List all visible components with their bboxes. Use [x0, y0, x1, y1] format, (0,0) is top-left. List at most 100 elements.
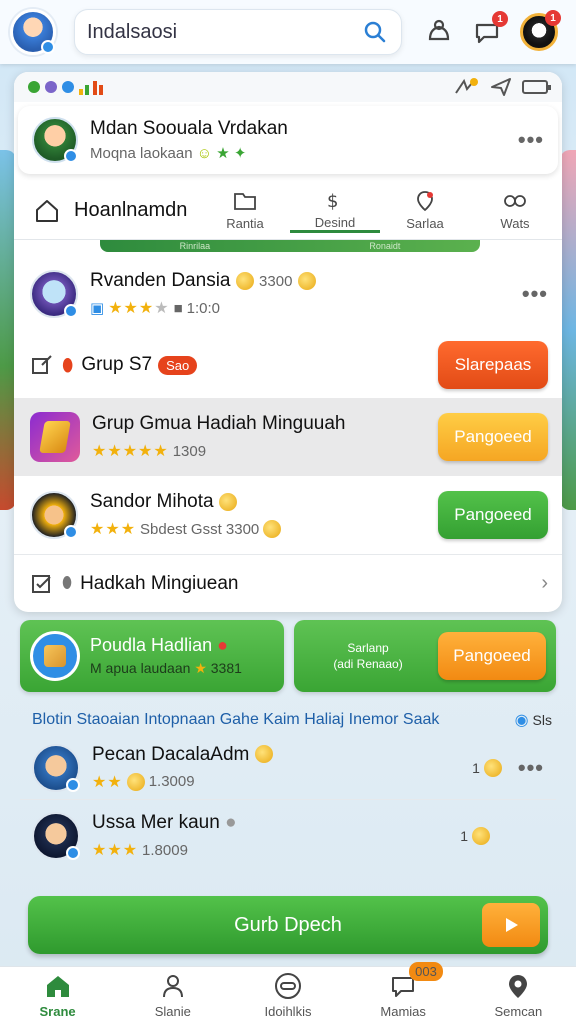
tab-sarlaa[interactable]: Sarlaa	[380, 190, 470, 231]
rating-stars: ★★★	[92, 842, 139, 859]
coin-icon	[235, 271, 254, 290]
info-tag[interactable]: ◉ Sls	[515, 710, 552, 730]
wifi-icon	[455, 78, 478, 94]
promo-subtitle: M apua laudaan ★ 3381	[90, 660, 242, 677]
item-count: 1	[460, 828, 468, 844]
tab-wats[interactable]: Wats	[470, 190, 560, 231]
star-icon: ★	[194, 660, 207, 676]
coin-icon	[297, 271, 316, 290]
chat-icon[interactable]: 1	[472, 11, 508, 47]
infinity-icon	[504, 195, 526, 207]
send-icon	[491, 78, 511, 96]
home-icon	[46, 976, 69, 997]
promo-card-left[interactable]: Poudla Hadlian ● M apua laudaan ★ 3381	[20, 620, 284, 692]
tab-label: Wats	[500, 216, 530, 231]
promo-value: 3381	[210, 660, 242, 676]
status-strip	[14, 72, 562, 102]
row-title: Grup Gmua Hadiah Minguuah	[92, 413, 346, 434]
more-options-icon[interactable]: •••	[522, 281, 548, 307]
list-item[interactable]: Rvanden Dansia 3300 ▣ ★★★★ ■ 1:0:0 •••	[14, 256, 562, 332]
row-title: Sandor Mihota	[90, 491, 438, 513]
list-item[interactable]: Pecan DacalaAdm ★★ 1.3009 1 •••	[20, 736, 556, 800]
svg-text:$: $	[327, 191, 338, 211]
location-icon	[509, 975, 528, 998]
leaf-icon: ✦	[233, 145, 247, 162]
user-avatar[interactable]	[10, 9, 56, 55]
rating-stars: ★★★★★	[92, 443, 169, 460]
pangoeed-button[interactable]: Pangoeed	[438, 413, 548, 461]
strip-label: Ronaidt	[369, 241, 401, 251]
status-dot-blue-icon	[62, 81, 74, 93]
info-icon: ●	[225, 812, 237, 833]
row-text: Rvanden Dansia 3300 ▣ ★★★★ ■ 1:0:0	[90, 270, 522, 318]
promo-desc-line: (adi Renaao)	[333, 657, 403, 671]
play-icon[interactable]	[482, 903, 540, 947]
coin-icon	[254, 745, 273, 764]
promo-card-right[interactable]: Sarlanp (adi Renaao) Pangoeed	[294, 620, 556, 692]
nav-games[interactable]: Idoihlkis	[238, 972, 338, 1019]
green-banner-strip: Rinrilaa Ronaidt	[100, 240, 480, 252]
row-meta: ★★★★★ 1309	[92, 441, 438, 461]
pangoeed-button[interactable]: Pangoeed	[438, 491, 548, 539]
edit-icon	[32, 355, 52, 374]
gold-bar-icon	[30, 412, 80, 462]
tab-desind[interactable]: $ Desind	[290, 189, 380, 233]
tab-home-label: Hoanlnamdn	[74, 199, 188, 221]
cta-button[interactable]: Gurb Dpech	[28, 896, 548, 954]
nav-messages[interactable]: 003 Mamias	[353, 962, 453, 1019]
verified-badge-icon	[41, 40, 55, 54]
status-dot-purple-icon	[45, 81, 57, 93]
slarepaas-button[interactable]: Slarepaas	[438, 341, 548, 389]
tab-home[interactable]: Hoanlnamdn	[14, 198, 200, 224]
row-value: 3300	[259, 273, 293, 290]
friends-icon[interactable]	[424, 17, 454, 47]
row-text: Sandor Mihota ★★★ Sbdest Gsst 3300	[90, 491, 438, 539]
pangoeed-button[interactable]: Pangoeed	[438, 632, 546, 680]
row-meta-text: Sbdest Gsst 3300	[140, 520, 260, 538]
row-title-text: Sandor Mihota	[90, 491, 214, 512]
profile-icon[interactable]: 1	[520, 10, 561, 51]
row-meta: ★★★ 1.8009	[92, 840, 428, 860]
search-icon[interactable]	[363, 20, 387, 44]
chevron-right-icon[interactable]: ›	[541, 572, 548, 595]
status-dots	[28, 79, 107, 95]
profile-subtitle-text: Moqna laokaan	[90, 145, 193, 162]
status-badge: Sao	[158, 355, 198, 375]
info-text[interactable]: Blotin Staoaian Intopnaan Gahe Kaim Hali…	[32, 711, 439, 729]
profile-avatar[interactable]	[32, 117, 78, 163]
promo-subtitle-text: M apua laudaan	[90, 660, 191, 676]
search-box[interactable]	[74, 9, 402, 55]
box-icon	[30, 631, 80, 681]
profile-card[interactable]: Mdan Soouala Vrdakan Moqna laokaan ☺ ★ ✦…	[18, 106, 558, 174]
alert-icon: ●	[217, 635, 228, 655]
more-options-icon[interactable]: •••	[518, 127, 544, 153]
row-meta-text: 1.8009	[142, 841, 188, 859]
strip-label: Rinrilaa	[179, 241, 211, 251]
list-item[interactable]: Ussa Mer kaun ● ★★★ 1.8009 1	[20, 804, 556, 868]
status-dot-green-icon	[28, 81, 40, 93]
row-meta: ★★★ Sbdest Gsst 3300	[90, 519, 438, 539]
row-title: Rvanden Dansia 3300	[90, 270, 522, 292]
home-icon	[36, 199, 58, 222]
star-icon: ★	[216, 145, 230, 162]
nav-search[interactable]: Semcan	[468, 972, 568, 1019]
more-options-icon[interactable]: •••	[518, 755, 544, 781]
list-item[interactable]: Grup Gmua Hadiah Minguuah ★★★★★ 1309 Pan…	[14, 398, 562, 476]
folder-icon	[234, 193, 256, 210]
coin-icon	[472, 827, 490, 845]
lock-icon: ■	[173, 299, 183, 317]
tabs-row: Hoanlnamdn Rantia $ Desind Sarlaa Wats	[14, 182, 562, 240]
list-item[interactable]: Sandor Mihota ★★★ Sbdest Gsst 3300 Pango…	[14, 476, 562, 554]
location-pin-icon: ⬮	[62, 354, 74, 375]
globe-icon: ◉	[514, 712, 529, 729]
search-input[interactable]	[87, 20, 363, 44]
tab-rantia[interactable]: Rantia	[200, 190, 290, 231]
info-tag-text: Sls	[532, 712, 552, 728]
list-item[interactable]: ⬮ Grup S7 Sao Slarepaas	[14, 332, 562, 398]
nav-profile[interactable]: Slanie	[123, 972, 223, 1019]
verified-badge-icon	[64, 525, 78, 539]
promo-text: Poudla Hadlian ● M apua laudaan ★ 3381	[90, 635, 242, 677]
promo-desc-line: Sarlanp	[347, 641, 389, 655]
list-item[interactable]: ⬮ Hadkah Mingiuean ›	[14, 554, 562, 612]
nav-home[interactable]: Srane	[8, 972, 108, 1019]
